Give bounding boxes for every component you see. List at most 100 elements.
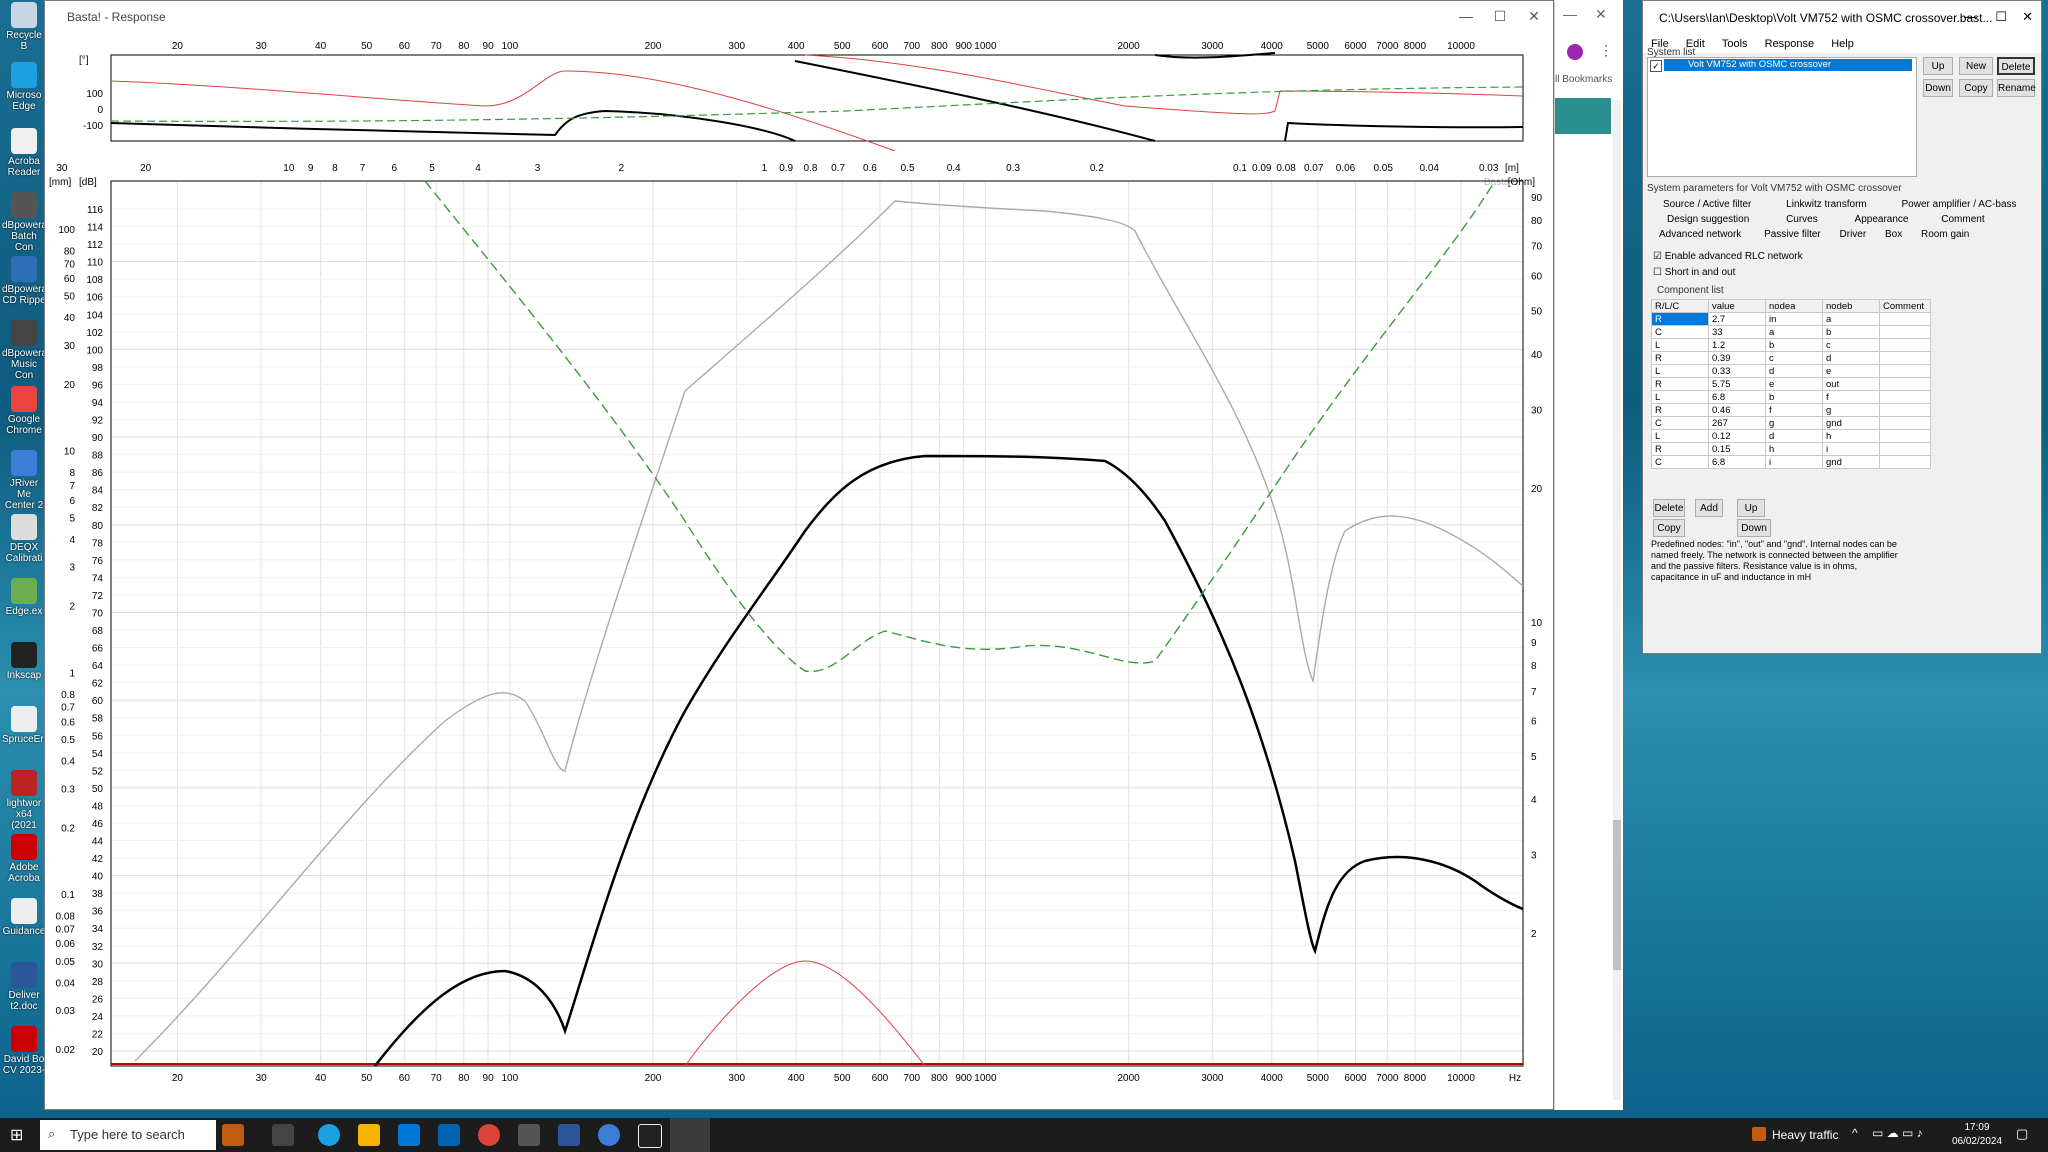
up-button[interactable]: Up [1923, 57, 1953, 75]
table-row[interactable]: R 0.39 c d [1651, 351, 1931, 365]
table-cell[interactable] [1879, 455, 1931, 469]
delete-component-button[interactable]: Delete [1653, 499, 1685, 517]
table-row[interactable]: L 0.33 d e [1651, 364, 1931, 378]
system-window[interactable]: C:\Users\Ian\Desktop\Volt VM752 with OSM… [1642, 0, 2042, 654]
edge-icon[interactable] [318, 1124, 340, 1146]
table-cell[interactable]: R [1651, 377, 1709, 391]
tab-advanced-network[interactable]: Advanced network [1659, 229, 1741, 240]
table-cell[interactable]: L [1651, 338, 1709, 352]
add-component-button[interactable]: Add [1695, 499, 1723, 517]
table-cell[interactable]: gnd [1822, 455, 1880, 469]
column-header[interactable]: R/L/C [1651, 299, 1709, 313]
desktop-icon[interactable]: Microso Edge [2, 62, 46, 112]
delete-button[interactable]: Delete [1997, 57, 2035, 75]
menu-tools[interactable]: Tools [1722, 38, 1748, 50]
copy-button[interactable]: Copy [1959, 79, 1993, 97]
table-cell[interactable]: d [1822, 351, 1880, 365]
table-row[interactable]: R 5.75 e out [1651, 377, 1931, 391]
tab-passive-filter[interactable]: Passive filter [1764, 229, 1821, 240]
table-cell[interactable]: C [1651, 416, 1709, 430]
desktop-icon[interactable]: JRiver Me Center 2 [2, 450, 46, 511]
table-cell[interactable]: out [1822, 377, 1880, 391]
table-cell[interactable]: e [1822, 364, 1880, 378]
table-cell[interactable] [1879, 364, 1931, 378]
table-cell[interactable] [1879, 312, 1931, 326]
table-cell[interactable]: R [1651, 442, 1709, 456]
table-cell[interactable]: L [1651, 429, 1709, 443]
table-cell[interactable]: c [1822, 338, 1880, 352]
table-row[interactable]: R 2.7 in a [1651, 312, 1931, 326]
table-cell[interactable]: d [1765, 429, 1823, 443]
menu-response[interactable]: Response [1765, 38, 1815, 50]
bookmarks-label[interactable]: ll Bookmarks [1555, 74, 1612, 85]
basta-taskbar-icon[interactable] [670, 1118, 710, 1152]
table-cell[interactable]: 0.15 [1708, 442, 1766, 456]
table-row[interactable]: C 6.8 i gnd [1651, 455, 1931, 469]
tab-appearance[interactable]: Appearance [1855, 214, 1909, 225]
maximize-button[interactable]: ☐ [1483, 1, 1517, 31]
component-table[interactable]: R/L/C value nodea nodeb Comment R 2.7 in a C 33 a b… [1651, 299, 1931, 469]
tab-power-amplifier[interactable]: Power amplifier / AC-bass [1902, 199, 2017, 210]
tab-source-active-filter[interactable]: Source / Active filter [1663, 199, 1751, 210]
close-button[interactable]: ✕ [1517, 1, 1551, 31]
tab-comment[interactable]: Comment [1941, 214, 1984, 225]
table-cell[interactable] [1879, 403, 1931, 417]
table-cell[interactable]: i [1822, 442, 1880, 456]
table-cell[interactable]: e [1765, 377, 1823, 391]
table-cell[interactable] [1879, 377, 1931, 391]
maximize-button[interactable]: ☐ [1995, 9, 2007, 25]
chrome-icon[interactable] [478, 1124, 500, 1146]
desktop-icon[interactable]: Acroba Reader [2, 128, 46, 178]
table-cell[interactable] [1879, 442, 1931, 456]
table-cell[interactable]: R [1651, 351, 1709, 365]
tab-curves[interactable]: Curves [1786, 214, 1818, 225]
rename-button[interactable]: Rename [1997, 79, 2036, 97]
desktop-icon[interactable]: lightwor x64 (2021 [2, 770, 46, 831]
table-cell[interactable]: C [1651, 325, 1709, 339]
table-cell[interactable]: c [1765, 351, 1823, 365]
table-cell[interactable]: b [1765, 338, 1823, 352]
minimize-button[interactable]: — [1563, 6, 1577, 22]
column-header[interactable]: nodea [1765, 299, 1823, 313]
table-cell[interactable]: h [1765, 442, 1823, 456]
column-header[interactable]: value [1708, 299, 1766, 313]
table-cell[interactable]: R [1651, 312, 1709, 326]
table-cell[interactable]: d [1765, 364, 1823, 378]
task-view-icon[interactable] [272, 1124, 294, 1146]
system-checkbox[interactable]: ✓ [1650, 60, 1662, 72]
table-row[interactable]: L 6.8 b f [1651, 390, 1931, 404]
search-input[interactable]: Type here to search [40, 1120, 216, 1150]
table-cell[interactable]: 0.12 [1708, 429, 1766, 443]
table-cell[interactable]: R [1651, 403, 1709, 417]
table-cell[interactable]: b [1765, 390, 1823, 404]
table-cell[interactable]: a [1822, 312, 1880, 326]
desktop-icon[interactable]: Recycle B [2, 2, 46, 52]
table-row[interactable]: C 33 a b [1651, 325, 1931, 339]
profile-avatar[interactable] [1567, 44, 1583, 60]
desktop-icon[interactable]: Adobe Acroba [2, 834, 46, 884]
close-button[interactable]: ✕ [2022, 9, 2033, 25]
table-cell[interactable]: i [1765, 455, 1823, 469]
table-row[interactable]: R 0.46 f g [1651, 403, 1931, 417]
up-component-button[interactable]: Up [1737, 499, 1765, 517]
tab-design-suggestion[interactable]: Design suggestion [1667, 214, 1749, 225]
desktop-icon[interactable]: DEQX Calibrati [2, 514, 46, 564]
table-cell[interactable]: f [1765, 403, 1823, 417]
minimize-button[interactable]: — [1449, 1, 1483, 31]
inkscape-icon[interactable] [638, 1124, 662, 1148]
clock[interactable]: 17:09 06/02/2024 [1950, 1121, 2004, 1149]
table-cell[interactable] [1879, 338, 1931, 352]
table-cell[interactable] [1879, 429, 1931, 443]
desktop-icon[interactable]: Inkscap [2, 642, 46, 681]
table-row[interactable]: L 1.2 b c [1651, 338, 1931, 352]
table-cell[interactable] [1879, 416, 1931, 430]
table-cell[interactable]: C [1651, 455, 1709, 469]
table-cell[interactable]: b [1822, 325, 1880, 339]
table-cell[interactable]: 6.8 [1708, 455, 1766, 469]
table-cell[interactable]: 0.39 [1708, 351, 1766, 365]
table-cell[interactable]: in [1765, 312, 1823, 326]
table-cell[interactable]: g [1765, 416, 1823, 430]
calculator-icon[interactable] [222, 1124, 244, 1146]
down-button[interactable]: Down [1923, 79, 1953, 97]
system-list[interactable]: ✓ Volt VM752 with OSMC crossover [1647, 57, 1917, 177]
